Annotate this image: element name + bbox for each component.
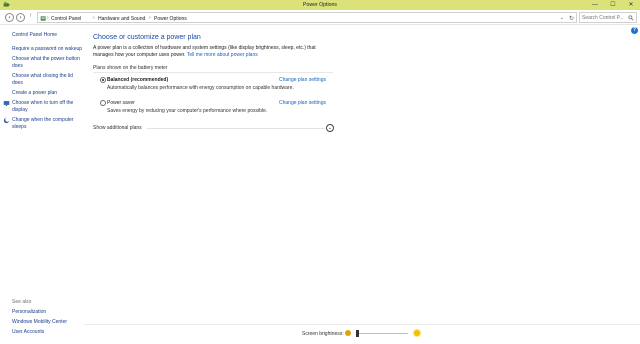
plan-desc-power-saver: Saves energy by reducing your computer's… [107, 108, 268, 114]
screen-brightness-label: Screen brightness: [302, 331, 344, 337]
address-bar[interactable]: › Control Panel › Hardware and Sound › P… [37, 12, 577, 23]
plan-name-balanced[interactable]: Balanced (recommended) [107, 77, 168, 83]
title-bar: Power Options — ☐ ✕ [0, 0, 640, 10]
breadcrumb-control-panel[interactable]: Control Panel [51, 16, 81, 22]
plan-desc-balanced: Automatically balances performance with … [107, 85, 294, 91]
sidebar-control-panel-home[interactable]: Control Panel Home [12, 32, 57, 39]
search-input[interactable] [582, 13, 630, 23]
show-additional-divider [147, 127, 325, 129]
see-also-mobility-center[interactable]: Windows Mobility Center [12, 319, 67, 326]
brightness-slider-thumb[interactable] [356, 329, 359, 337]
footer-divider [84, 324, 640, 325]
sidebar: Control Panel Home Require a password on… [0, 25, 84, 344]
breadcrumb-power-options[interactable]: Power Options [154, 16, 187, 22]
see-also-personalization[interactable]: Personalization [12, 309, 46, 316]
brightness-high-icon [414, 330, 420, 336]
close-button[interactable]: ✕ [622, 0, 640, 10]
expand-chevron-icon[interactable]: ⌄ [326, 123, 334, 132]
forward-button[interactable]: › [16, 12, 25, 22]
tell-me-more-link[interactable]: Tell me more about power plans [187, 52, 258, 58]
radio-balanced[interactable] [100, 76, 106, 83]
maximize-button[interactable]: ☐ [604, 0, 622, 10]
refresh-icon[interactable]: ↻ [569, 15, 574, 22]
page-title: Choose or customize a power plan [93, 34, 201, 41]
change-plan-settings-power-saver[interactable]: Change plan settings [279, 100, 326, 106]
minimize-button[interactable]: — [586, 0, 604, 10]
help-icon[interactable]: ? [631, 27, 638, 34]
breadcrumb-separator: › [47, 15, 49, 21]
back-button[interactable]: ‹ [5, 12, 14, 22]
show-additional-plans-label[interactable]: Show additional plans [93, 125, 142, 131]
plans-group-label: Plans shown on the battery meter [93, 65, 168, 71]
sidebar-item-power-button-cont[interactable]: does [12, 63, 23, 70]
up-button[interactable]: ↑ [29, 13, 32, 19]
search-icon[interactable] [628, 15, 634, 21]
breadcrumb-separator: › [93, 15, 95, 21]
moon-icon [3, 117, 10, 124]
search-box[interactable] [579, 12, 637, 23]
page-description: A power plan is a collection of hardware… [93, 45, 333, 59]
breadcrumb-hardware-and-sound[interactable]: Hardware and Sound [98, 16, 145, 22]
sidebar-item-create-plan[interactable]: Create a power plan [12, 90, 57, 97]
sidebar-item-closing-lid-cont[interactable]: does [12, 80, 23, 87]
breadcrumb-separator: › [149, 15, 151, 21]
brightness-slider-track[interactable] [356, 332, 408, 334]
radio-power-saver[interactable] [100, 99, 106, 106]
sidebar-item-turn-off-display-cont[interactable]: display [12, 107, 28, 114]
brightness-low-icon [345, 330, 351, 336]
see-also-heading: See also [12, 299, 32, 305]
group-divider [93, 72, 333, 73]
sidebar-item-computer-sleeps-cont[interactable]: sleeps [12, 124, 26, 131]
plan-name-power-saver[interactable]: Power saver [107, 100, 135, 106]
sidebar-item-require-password[interactable]: Require a password on wakeup [12, 46, 82, 53]
display-icon [3, 101, 10, 106]
control-panel-icon [40, 15, 46, 21]
change-plan-settings-balanced[interactable]: Change plan settings [279, 77, 326, 83]
window-title: Power Options [302, 1, 338, 8]
address-bar-row: ‹ › ↑ › Control Panel › Hardware and Sou… [0, 10, 640, 25]
see-also-user-accounts[interactable]: User Accounts [12, 329, 44, 336]
address-dropdown-icon[interactable]: ⌄ [560, 15, 564, 21]
